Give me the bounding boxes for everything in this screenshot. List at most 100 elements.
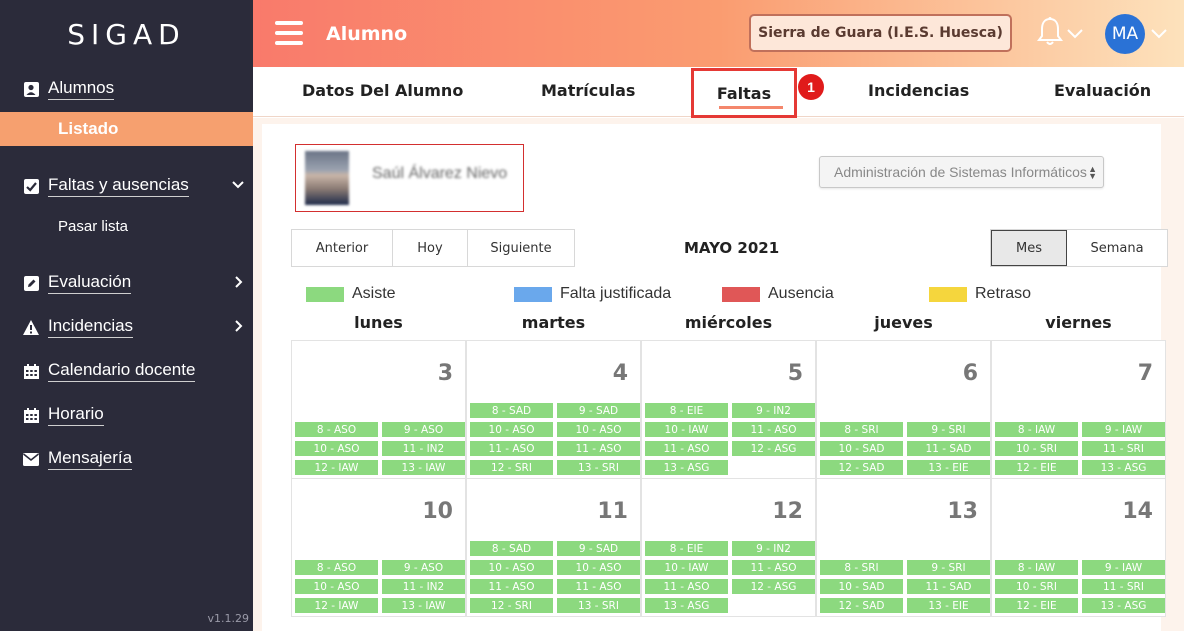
attendance-event[interactable]: 9 - SRI bbox=[907, 422, 990, 437]
calendar-day-cell[interactable]: 5 8 - EIE 9 - IN2 10 - IAW 11 - ASO 11 - ASO 1… bbox=[641, 340, 816, 479]
attendance-event[interactable]: 10 - ASO bbox=[470, 422, 553, 437]
attendance-event[interactable]: 9 - IAW bbox=[1082, 560, 1165, 575]
attendance-event[interactable]: 13 - IAW bbox=[382, 460, 465, 475]
next-button[interactable]: Siguiente bbox=[468, 230, 574, 266]
calendar-day-cell[interactable]: 13 8 - SRI 9 - SRI 10 - SAD 11 - SAD 12 - SAD… bbox=[816, 478, 991, 617]
attendance-event[interactable]: 12 - SRI bbox=[470, 460, 553, 475]
attendance-event[interactable]: 11 - ASO bbox=[557, 441, 640, 456]
attendance-event[interactable]: 8 - SRI bbox=[820, 422, 903, 437]
attendance-event[interactable]: 11 - ASO bbox=[470, 579, 553, 594]
attendance-event[interactable]: 13 - ASG bbox=[645, 598, 728, 613]
attendance-event[interactable]: 8 - SAD bbox=[470, 403, 553, 418]
tab-incidencias[interactable]: Incidencias bbox=[868, 81, 969, 100]
tab-matriculas[interactable]: Matrículas bbox=[541, 81, 635, 100]
attendance-event[interactable]: 8 - EIE bbox=[645, 541, 728, 556]
chevron-down-icon[interactable] bbox=[1150, 28, 1168, 40]
attendance-event[interactable]: 8 - ASO bbox=[295, 422, 378, 437]
attendance-event[interactable]: 12 - SAD bbox=[820, 460, 903, 475]
calendar-day-cell[interactable]: 10 8 - ASO 9 - ASO 10 - ASO 11 - IN2 12 - IAW… bbox=[291, 478, 466, 617]
sidebar-item-faltas[interactable]: Faltas y ausencias bbox=[0, 171, 253, 201]
attendance-event[interactable]: 8 - SRI bbox=[820, 560, 903, 575]
cycle-select[interactable]: Administración de Sistemas Informáticos … bbox=[819, 156, 1104, 188]
attendance-event[interactable]: 9 - SAD bbox=[557, 541, 640, 556]
attendance-event[interactable]: 11 - ASO bbox=[470, 441, 553, 456]
attendance-event[interactable]: 13 - SRI bbox=[557, 460, 640, 475]
attendance-event[interactable]: 12 - SAD bbox=[820, 598, 903, 613]
attendance-event[interactable]: 10 - ASO bbox=[557, 560, 640, 575]
avatar[interactable]: MA bbox=[1105, 14, 1145, 54]
sidebar-item-alumnos[interactable]: Alumnos bbox=[0, 74, 253, 104]
sidebar-item-evaluacion[interactable]: Evaluación bbox=[0, 268, 253, 298]
calendar-day-cell[interactable]: 14 8 - IAW 9 - IAW 10 - SRI 11 - SRI 12 - EIE… bbox=[991, 478, 1166, 617]
attendance-event[interactable]: 9 - ASO bbox=[382, 560, 465, 575]
attendance-event[interactable]: 9 - ASO bbox=[382, 422, 465, 437]
calendar-day-cell[interactable]: 4 8 - SAD 9 - SAD 10 - ASO 10 - ASO 11 - ASO 1… bbox=[466, 340, 641, 479]
attendance-event[interactable]: 11 - SRI bbox=[1082, 579, 1165, 594]
tab-datos-del-alumno[interactable]: Datos Del Alumno bbox=[302, 81, 463, 100]
calendar-day-cell[interactable]: 7 8 - IAW 9 - IAW 10 - SRI 11 - SRI 12 - EIE 1… bbox=[991, 340, 1166, 479]
attendance-event[interactable]: 8 - IAW bbox=[995, 560, 1078, 575]
attendance-event[interactable]: 12 - SRI bbox=[470, 598, 553, 613]
attendance-event[interactable]: 9 - IN2 bbox=[732, 403, 815, 418]
attendance-event[interactable]: 12 - ASG bbox=[732, 441, 815, 456]
attendance-event[interactable]: 11 - SAD bbox=[907, 579, 990, 594]
attendance-event[interactable]: 8 - ASO bbox=[295, 560, 378, 575]
attendance-event[interactable]: 8 - IAW bbox=[995, 422, 1078, 437]
attendance-event[interactable]: 13 - ASG bbox=[1082, 460, 1165, 475]
attendance-event[interactable]: 13 - ASG bbox=[1082, 598, 1165, 613]
attendance-event[interactable]: 11 - ASO bbox=[732, 422, 815, 437]
attendance-event[interactable]: 10 - SRI bbox=[995, 579, 1078, 594]
attendance-event[interactable]: 12 - IAW bbox=[295, 460, 378, 475]
sidebar-item-horario[interactable]: Horario bbox=[0, 400, 253, 430]
bell-icon[interactable] bbox=[1036, 16, 1064, 48]
menu-icon[interactable] bbox=[275, 21, 303, 45]
calendar-day-cell[interactable]: 3 8 - ASO 9 - ASO 10 - ASO 11 - IN2 12 - IAW 1… bbox=[291, 340, 466, 479]
attendance-event[interactable]: 9 - IN2 bbox=[732, 541, 815, 556]
month-view-button[interactable]: Mes bbox=[991, 230, 1067, 266]
sidebar-item-pasar-lista[interactable]: Pasar lista bbox=[0, 212, 253, 240]
week-view-button[interactable]: Semana bbox=[1067, 230, 1167, 266]
attendance-event[interactable]: 13 - EIE bbox=[907, 598, 990, 613]
today-button[interactable]: Hoy bbox=[393, 230, 468, 266]
attendance-event[interactable]: 9 - SAD bbox=[557, 403, 640, 418]
sidebar-item-calendario-docente[interactable]: Calendario docente bbox=[0, 356, 253, 386]
attendance-event[interactable]: 11 - ASO bbox=[557, 579, 640, 594]
calendar-day-cell[interactable]: 11 8 - SAD 9 - SAD 10 - ASO 10 - ASO 11 - ASO… bbox=[466, 478, 641, 617]
attendance-event[interactable]: 10 - ASO bbox=[295, 579, 378, 594]
attendance-event[interactable]: 10 - IAW bbox=[645, 422, 728, 437]
prev-button[interactable]: Anterior bbox=[292, 230, 393, 266]
attendance-event[interactable]: 10 - ASO bbox=[470, 560, 553, 575]
attendance-event[interactable]: 12 - IAW bbox=[295, 598, 378, 613]
attendance-event[interactable]: 11 - ASO bbox=[645, 579, 728, 594]
sidebar-item-mensajeria[interactable]: Mensajería bbox=[0, 444, 253, 474]
attendance-event[interactable]: 11 - SAD bbox=[907, 441, 990, 456]
attendance-event[interactable]: 12 - EIE bbox=[995, 460, 1078, 475]
attendance-event[interactable]: 9 - IAW bbox=[1082, 422, 1165, 437]
tab-faltas[interactable]: Faltas bbox=[691, 68, 797, 118]
attendance-event[interactable]: 8 - EIE bbox=[645, 403, 728, 418]
attendance-event[interactable]: 10 - ASO bbox=[295, 441, 378, 456]
attendance-event[interactable]: 10 - ASO bbox=[557, 422, 640, 437]
attendance-event[interactable]: 11 - ASO bbox=[645, 441, 728, 456]
attendance-event[interactable]: 13 - SRI bbox=[557, 598, 640, 613]
attendance-event[interactable]: 12 - ASG bbox=[732, 579, 815, 594]
sidebar-item-incidencias[interactable]: Incidencias bbox=[0, 312, 253, 342]
tab-evaluacion[interactable]: Evaluación bbox=[1054, 81, 1151, 100]
attendance-event[interactable]: 10 - SAD bbox=[820, 579, 903, 594]
center-selector-button[interactable]: Sierra de Guara (I.E.S. Huesca) bbox=[749, 14, 1012, 52]
attendance-event[interactable]: 11 - IN2 bbox=[382, 579, 465, 594]
attendance-event[interactable]: 10 - SRI bbox=[995, 441, 1078, 456]
attendance-event[interactable]: 10 - SAD bbox=[820, 441, 903, 456]
attendance-event[interactable]: 12 - EIE bbox=[995, 598, 1078, 613]
attendance-event[interactable]: 11 - ASO bbox=[732, 560, 815, 575]
attendance-event[interactable]: 13 - EIE bbox=[907, 460, 990, 475]
chevron-down-icon[interactable] bbox=[1066, 28, 1084, 40]
attendance-event[interactable]: 9 - SRI bbox=[907, 560, 990, 575]
calendar-day-cell[interactable]: 6 8 - SRI 9 - SRI 10 - SAD 11 - SAD 12 - SAD 1… bbox=[816, 340, 991, 479]
sidebar-item-listado[interactable]: Listado bbox=[0, 112, 253, 146]
calendar-day-cell[interactable]: 12 8 - EIE 9 - IN2 10 - IAW 11 - ASO 11 - ASO… bbox=[641, 478, 816, 617]
attendance-event[interactable]: 8 - SAD bbox=[470, 541, 553, 556]
attendance-event[interactable]: 13 - ASG bbox=[645, 460, 728, 475]
attendance-event[interactable]: 13 - IAW bbox=[382, 598, 465, 613]
attendance-event[interactable]: 10 - IAW bbox=[645, 560, 728, 575]
